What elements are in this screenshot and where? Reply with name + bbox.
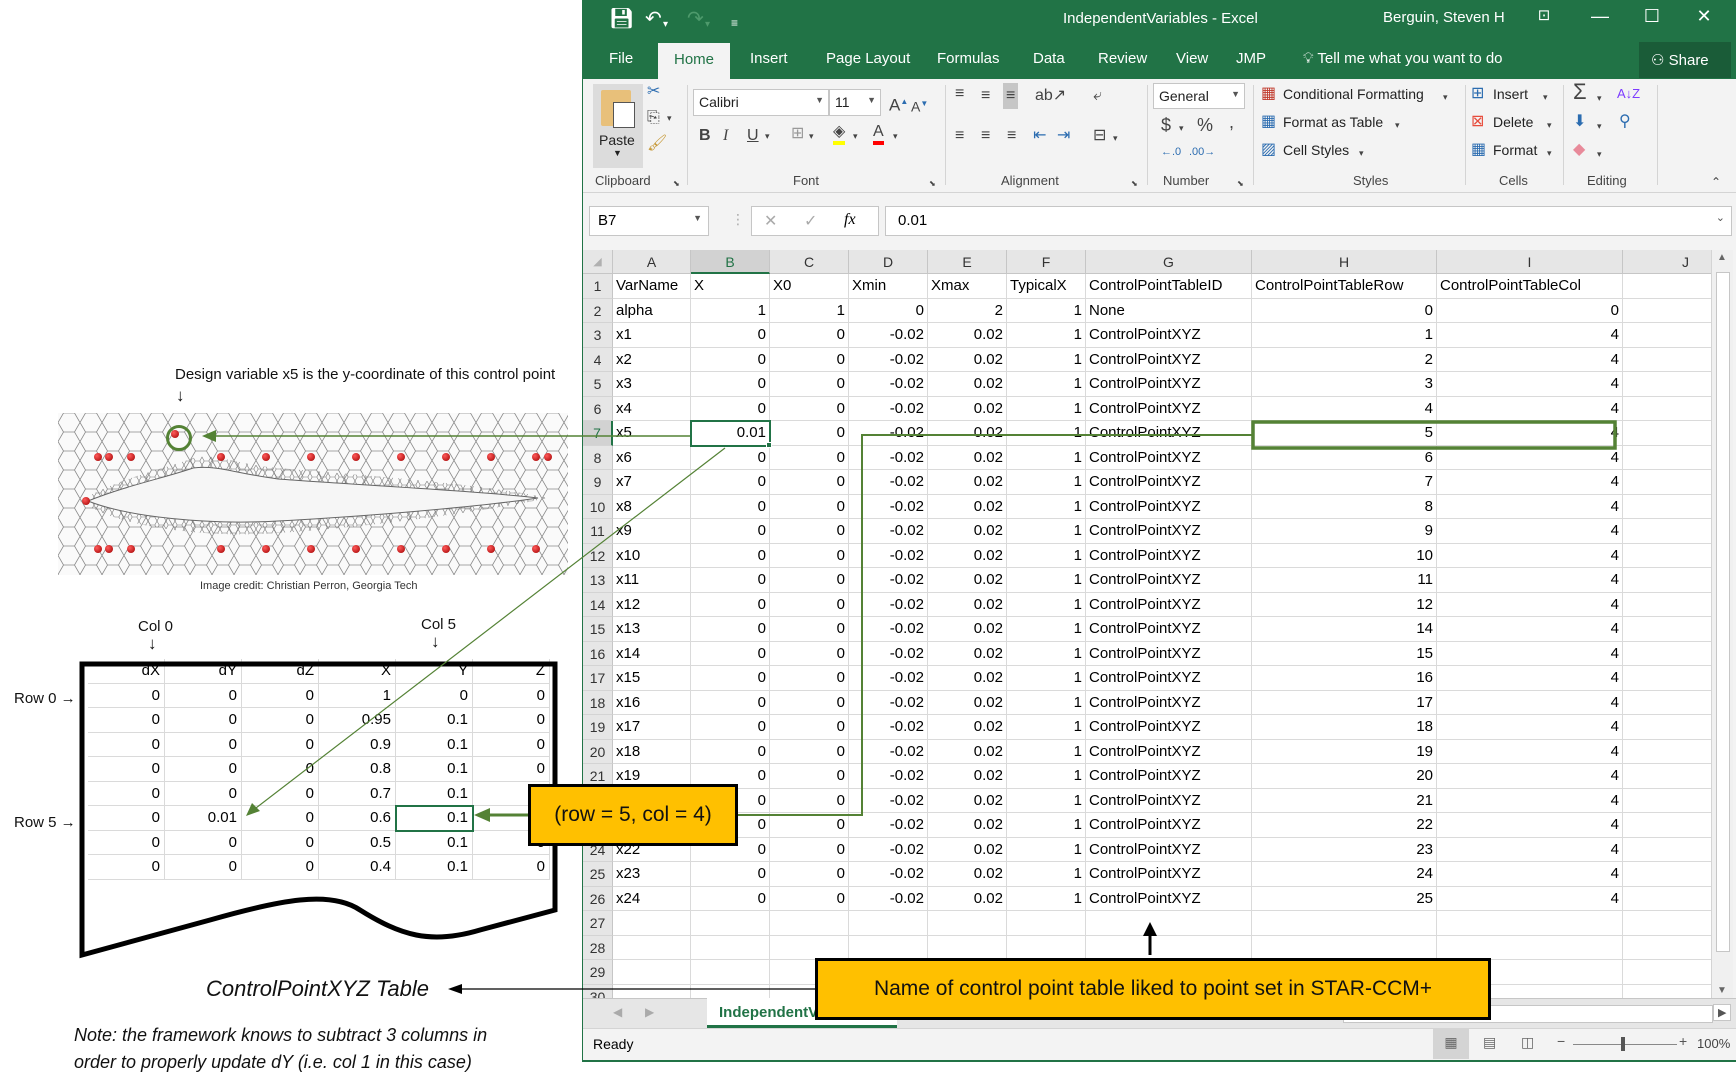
- arrowhead-icon: [1143, 922, 1157, 936]
- row-col-callout: (row = 5, col = 4): [528, 784, 738, 846]
- row-col-highlight-box: [1251, 420, 1617, 450]
- arrowhead-icon: [448, 984, 462, 994]
- arrowhead-icon: [474, 808, 490, 822]
- table-name-callout: Name of control point table liked to poi…: [815, 958, 1491, 1020]
- table-frame: [79, 661, 558, 959]
- table-caption: ControlPointXYZ Table: [206, 976, 429, 1001]
- arrowhead-icon: [246, 803, 260, 816]
- note-line-1: Note: the framework knows to subtract 3 …: [74, 1025, 488, 1045]
- arrow-b7-to-dy: [251, 447, 726, 812]
- annotation-overlay: [79, 420, 1617, 994]
- connector-line: [738, 434, 1253, 816]
- arrowhead-icon: [202, 430, 216, 442]
- note-line-2: order to properly update dY (i.e. col 1 …: [74, 1052, 472, 1072]
